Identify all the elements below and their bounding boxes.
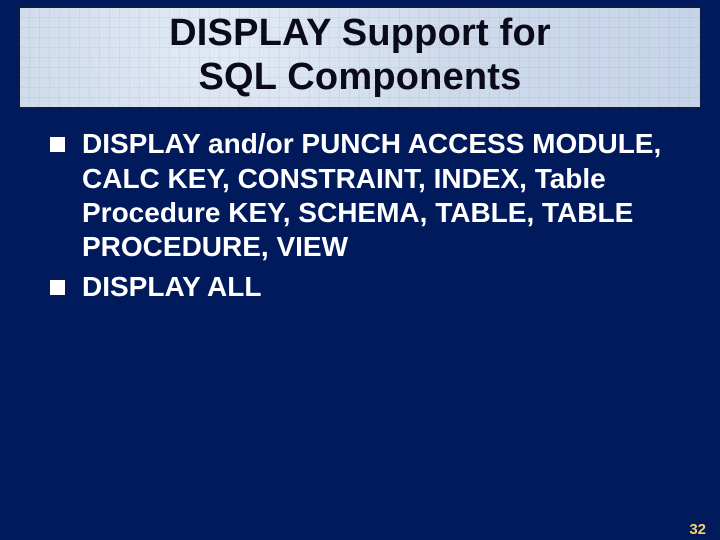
- bullet-text: DISPLAY and/or PUNCH ACCESS MODULE, CALC…: [82, 128, 661, 261]
- slide-body: DISPLAY and/or PUNCH ACCESS MODULE, CALC…: [0, 109, 720, 304]
- list-item: DISPLAY ALL: [44, 270, 676, 304]
- title-line-2: SQL Components: [199, 56, 522, 98]
- list-item: DISPLAY and/or PUNCH ACCESS MODULE, CALC…: [44, 127, 676, 264]
- bullet-text: DISPLAY ALL: [82, 271, 261, 302]
- title-line-1: DISPLAY Support for: [169, 12, 551, 54]
- page-number: 32: [689, 521, 706, 538]
- title-box: DISPLAY Support for SQL Components: [18, 6, 702, 109]
- slide-title: DISPLAY Support for SQL Components: [30, 12, 690, 99]
- bullet-list: DISPLAY and/or PUNCH ACCESS MODULE, CALC…: [44, 127, 676, 304]
